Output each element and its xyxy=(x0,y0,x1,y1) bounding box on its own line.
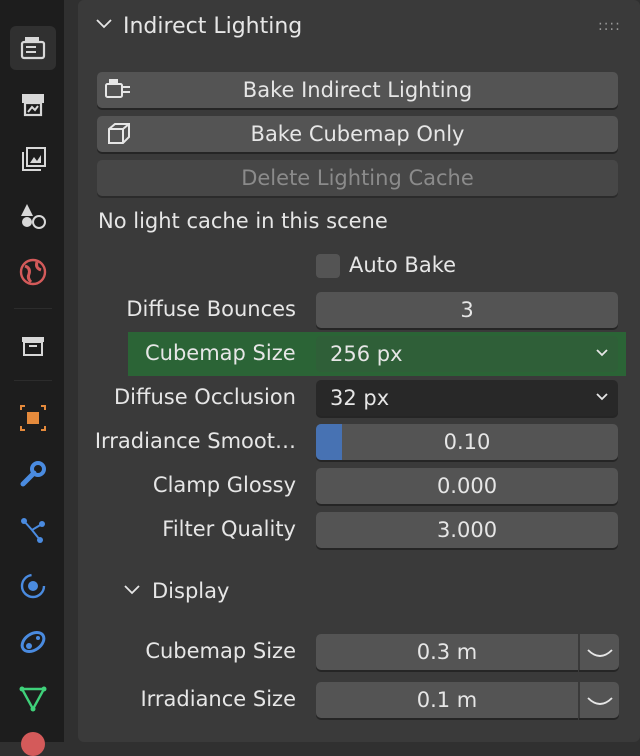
filter-quality-field[interactable]: 3.000 xyxy=(316,512,618,548)
filter-quality-value: 3.000 xyxy=(436,518,498,542)
tab-constraints[interactable] xyxy=(10,620,56,664)
delete-lighting-cache-button[interactable]: Delete Lighting Cache xyxy=(97,160,618,196)
tab-physics[interactable] xyxy=(10,564,56,608)
collection-icon xyxy=(22,337,44,356)
display-subpanel-title[interactable]: Display xyxy=(152,579,229,603)
render-camera-icon xyxy=(20,37,46,60)
tab-material[interactable] xyxy=(10,730,56,756)
irradiance-smoothing-value: 0.10 xyxy=(443,430,491,454)
material-icon xyxy=(21,732,45,756)
auto-bake-checkbox[interactable] xyxy=(316,254,340,278)
diffuse-bounces-field[interactable]: 3 xyxy=(316,292,618,328)
cube-icon xyxy=(108,123,130,144)
tab-particles[interactable] xyxy=(10,508,56,552)
world-icon xyxy=(19,258,47,286)
tab-separator xyxy=(14,380,52,381)
tab-output[interactable] xyxy=(10,82,56,126)
tab-view-layer[interactable] xyxy=(10,138,56,182)
display-irradiance-toggle[interactable] xyxy=(579,682,619,718)
tab-scene[interactable] xyxy=(10,194,56,238)
clamp-glossy-label: Clamp Glossy xyxy=(152,473,296,497)
object-icon xyxy=(20,405,46,431)
scene-icon xyxy=(21,204,46,229)
delete-cache-label: Delete Lighting Cache xyxy=(241,166,474,190)
display-cubemap-size-field[interactable]: 0.3 m xyxy=(316,634,578,670)
bake-indirect-lighting-button[interactable]: Bake Indirect Lighting xyxy=(97,72,618,108)
physics-icon xyxy=(20,573,46,599)
display-irradiance-size-field[interactable]: 0.1 m xyxy=(316,682,578,718)
modifier-wrench-icon xyxy=(20,461,46,487)
chevron-down-icon[interactable] xyxy=(122,582,142,603)
irradiance-smoothing-label: Irradiance Smoot… xyxy=(94,429,296,453)
tab-modifiers[interactable] xyxy=(10,452,56,496)
diffuse-bounces-label: Diffuse Bounces xyxy=(126,297,296,321)
constraints-icon xyxy=(20,630,46,654)
cubemap-size-label: Cubemap Size xyxy=(145,341,296,365)
display-cubemap-size-label: Cubemap Size xyxy=(145,639,296,663)
properties-tab-bar xyxy=(0,0,64,756)
view-layer-icon xyxy=(22,147,46,171)
diffuse-bounces-value: 3 xyxy=(460,298,474,322)
output-printer-icon xyxy=(22,94,44,117)
clamp-glossy-field[interactable]: 0.000 xyxy=(316,468,618,504)
bake-render-icon xyxy=(105,79,130,98)
panel-title: Indirect Lighting xyxy=(123,14,303,39)
display-irradiance-size-label: Irradiance Size xyxy=(140,687,296,711)
chevron-down-icon xyxy=(594,342,610,363)
drag-handle-icon[interactable]: :::: xyxy=(598,18,621,34)
mesh-data-icon xyxy=(19,686,47,712)
display-cubemap-toggle[interactable] xyxy=(579,634,619,670)
clamp-glossy-value: 0.000 xyxy=(436,474,498,498)
diffuse-occlusion-dropdown[interactable]: 32 px xyxy=(316,380,618,416)
diffuse-occlusion-label: Diffuse Occlusion xyxy=(113,385,296,409)
bake-indirect-label: Bake Indirect Lighting xyxy=(242,78,473,102)
cubemap-size-row-highlight: Cubemap Size 256 px xyxy=(128,332,626,376)
chevron-down-icon[interactable] xyxy=(94,16,114,37)
tab-collection[interactable] xyxy=(10,324,56,368)
irradiance-smoothing-slider[interactable]: 0.10 xyxy=(316,424,618,460)
bake-cubemap-label: Bake Cubemap Only xyxy=(250,122,465,146)
particles-icon xyxy=(21,518,45,543)
hide-eye-icon xyxy=(587,697,613,705)
slider-fill xyxy=(316,424,342,460)
tab-world[interactable] xyxy=(10,250,56,294)
hide-eye-icon xyxy=(587,649,613,657)
tab-mesh-data[interactable] xyxy=(10,676,56,720)
status-text: No light cache in this scene xyxy=(98,209,388,233)
cubemap-size-value: 256 px xyxy=(330,342,403,366)
display-cubemap-size-value: 0.3 m xyxy=(416,640,478,664)
chevron-down-icon xyxy=(594,386,610,407)
filter-quality-label: Filter Quality xyxy=(162,517,296,541)
display-irradiance-size-value: 0.1 m xyxy=(416,688,478,712)
tab-separator xyxy=(14,308,52,309)
bake-cubemap-button[interactable]: Bake Cubemap Only xyxy=(97,116,618,152)
tab-object[interactable] xyxy=(10,396,56,440)
diffuse-occlusion-value: 32 px xyxy=(330,386,390,410)
auto-bake-label: Auto Bake xyxy=(349,253,457,277)
tab-render[interactable] xyxy=(10,26,56,70)
cubemap-size-dropdown[interactable]: 256 px xyxy=(316,336,618,372)
